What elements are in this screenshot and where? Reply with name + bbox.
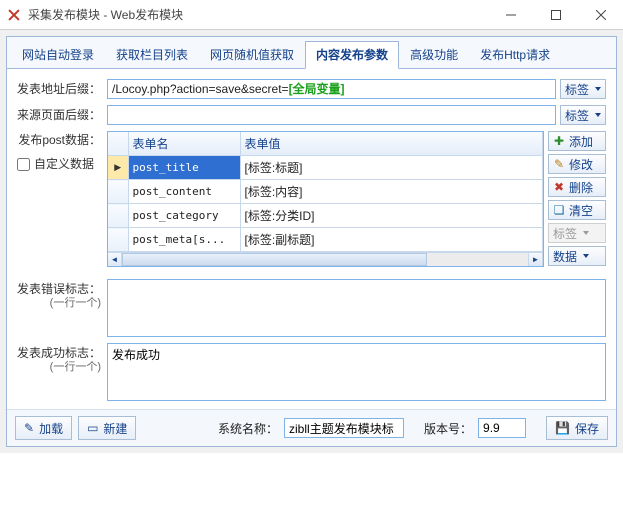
- footer-bar: ✎加载 ▭新建 系统名称： 版本号： 💾保存: [7, 409, 616, 446]
- add-row-button[interactable]: ✚添加: [548, 131, 606, 151]
- publish-url-suffix-label: 发表地址后缀：: [17, 79, 107, 96]
- minimize-icon: [506, 10, 516, 20]
- grid-data-button[interactable]: 数据: [548, 246, 606, 266]
- post-data-grid[interactable]: 表单名 表单值 post_title [标签:标题]: [107, 131, 544, 267]
- close-button[interactable]: [578, 0, 623, 30]
- grid-row-indicator: [108, 180, 128, 204]
- load-button[interactable]: ✎加载: [15, 416, 72, 440]
- clear-rows-button[interactable]: ❏清空: [548, 200, 606, 220]
- grid-cell-value[interactable]: [标签:标题]: [240, 156, 543, 180]
- broom-icon: ❏: [553, 204, 565, 216]
- tab-advanced[interactable]: 高级功能: [399, 41, 469, 69]
- success-flag-sublabel: (一行一个): [17, 360, 101, 374]
- tab-content-publish-params: 发表地址后缀： /Locoy.php?action=save&secret=[全…: [7, 69, 616, 409]
- grid-row[interactable]: post_title [标签:标题]: [108, 156, 543, 180]
- save-button[interactable]: 💾保存: [546, 416, 608, 440]
- grid-row-indicator: [108, 204, 128, 228]
- tab-random-page-value[interactable]: 网页随机值获取: [199, 41, 305, 69]
- grid-cell-name[interactable]: post_content: [128, 180, 240, 204]
- referer-tag-button[interactable]: 标签: [560, 105, 606, 125]
- custom-data-checkbox[interactable]: [17, 158, 30, 171]
- delete-icon: ✖: [553, 181, 565, 193]
- system-name-label: 系统名称：: [218, 420, 278, 437]
- grid-row[interactable]: post_meta[s... [标签:副标题]: [108, 228, 543, 252]
- grid-col-value[interactable]: 表单值: [240, 132, 543, 156]
- grid-side-buttons: ✚添加 ✎修改 ✖删除 ❏清空 标签 数据: [548, 131, 606, 267]
- custom-data-label: 自定义数据: [34, 157, 94, 171]
- tab-get-category-list[interactable]: 获取栏目列表: [105, 41, 199, 69]
- grid-cell-value[interactable]: [标签:内容]: [240, 180, 543, 204]
- chevron-down-icon: [583, 254, 589, 258]
- grid-cell-value[interactable]: [标签:分类ID]: [240, 204, 543, 228]
- system-name-input[interactable]: [284, 418, 404, 438]
- grid-cell-value[interactable]: [标签:副标题]: [240, 228, 543, 252]
- plus-icon: ✚: [553, 135, 565, 147]
- post-data-label: 发布post数据：: [18, 133, 101, 147]
- grid-row[interactable]: post_content [标签:内容]: [108, 180, 543, 204]
- grid-row-indicator: [108, 156, 128, 180]
- tab-panel: 网站自动登录 获取栏目列表 网页随机值获取 内容发布参数 高级功能 发布Http…: [6, 36, 617, 447]
- save-icon: 💾: [555, 422, 570, 434]
- new-button[interactable]: ▭新建: [78, 416, 136, 440]
- error-flag-sublabel: (一行一个): [17, 296, 101, 310]
- maximize-icon: [551, 10, 561, 20]
- pencil-icon: ✎: [553, 158, 565, 170]
- tab-publish-params[interactable]: 内容发布参数: [305, 41, 399, 69]
- publish-url-tag-button[interactable]: 标签: [560, 79, 606, 99]
- tab-site-auto-login[interactable]: 网站自动登录: [11, 41, 105, 69]
- grid-tag-button[interactable]: 标签: [548, 223, 606, 243]
- grid-row[interactable]: post_category [标签:分类ID]: [108, 204, 543, 228]
- grid-cell-name[interactable]: post_category: [128, 204, 240, 228]
- version-input[interactable]: [478, 418, 526, 438]
- chevron-down-icon: [583, 231, 589, 235]
- error-flag-label: 发表错误标志：: [17, 282, 101, 296]
- publish-url-suffix-var: [全局变量]: [289, 81, 345, 97]
- chevron-down-icon: [595, 87, 601, 91]
- publish-url-suffix-input[interactable]: /Locoy.php?action=save&secret=[全局变量]: [107, 79, 556, 99]
- scroll-left-button[interactable]: ◄: [108, 253, 122, 266]
- publish-url-suffix-text: /Locoy.php?action=save&secret=: [112, 81, 289, 97]
- grid-cell-name[interactable]: post_title: [128, 156, 240, 180]
- referer-input[interactable]: [107, 105, 556, 125]
- error-flag-textarea[interactable]: [107, 279, 606, 337]
- version-label: 版本号：: [424, 420, 472, 437]
- tab-strip: 网站自动登录 获取栏目列表 网页随机值获取 内容发布参数 高级功能 发布Http…: [7, 37, 616, 69]
- success-flag-label: 发表成功标志：: [17, 346, 101, 360]
- grid-cell-name[interactable]: post_meta[s...: [128, 228, 240, 252]
- scroll-right-button[interactable]: ►: [528, 253, 542, 266]
- delete-row-button[interactable]: ✖删除: [548, 177, 606, 197]
- grid-col-name[interactable]: 表单名: [128, 132, 240, 156]
- close-icon: [596, 10, 606, 20]
- edit-icon: ✎: [24, 422, 34, 434]
- document-icon: ▭: [87, 422, 98, 434]
- grid-corner: [108, 132, 128, 156]
- tab-publish-http[interactable]: 发布Http请求: [469, 41, 561, 69]
- success-flag-textarea[interactable]: 发布成功: [107, 343, 606, 401]
- grid-horizontal-scrollbar[interactable]: ◄ ►: [108, 252, 543, 266]
- grid-row-indicator: [108, 228, 128, 252]
- scroll-thumb[interactable]: [122, 253, 427, 266]
- referer-label: 来源页面后缀：: [17, 105, 107, 122]
- edit-row-button[interactable]: ✎修改: [548, 154, 606, 174]
- scroll-track[interactable]: [122, 253, 528, 266]
- window-title: 采集发布模块 - Web发布模块: [28, 6, 183, 23]
- maximize-button[interactable]: [533, 0, 578, 30]
- chevron-down-icon: [595, 113, 601, 117]
- title-bar: 采集发布模块 - Web发布模块: [0, 0, 623, 30]
- app-icon: [6, 7, 22, 23]
- minimize-button[interactable]: [488, 0, 533, 30]
